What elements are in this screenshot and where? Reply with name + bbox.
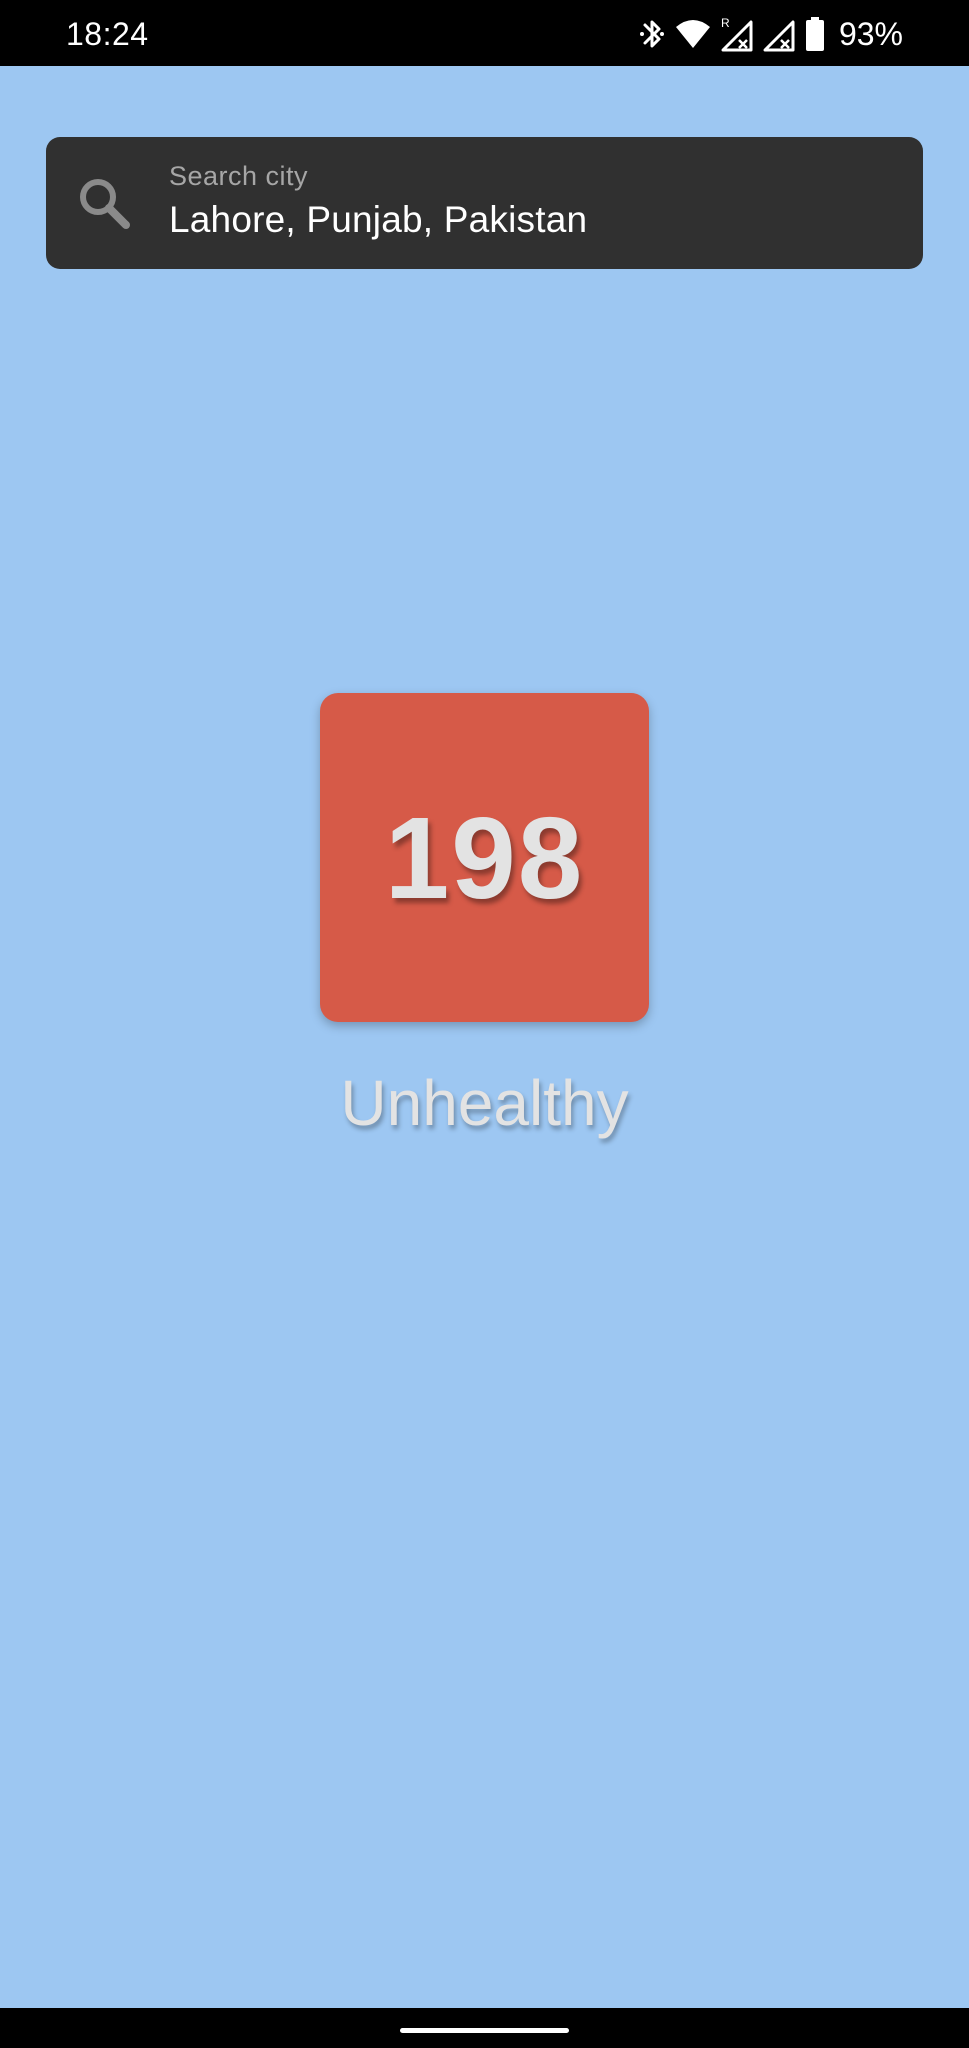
search-icon[interactable] — [74, 173, 134, 233]
signal-roaming-icon: R — [721, 16, 753, 52]
battery-icon — [805, 16, 825, 52]
search-city-input[interactable]: Lahore, Punjab, Pakistan — [169, 199, 587, 241]
search-city-label: Search city — [169, 161, 309, 191]
navigation-bar — [0, 2008, 969, 2048]
battery-percent: 93% — [838, 15, 903, 52]
status-time: 18:24 — [66, 16, 149, 52]
aqi-tile: 198 — [320, 693, 649, 1022]
aqi-value: 198 — [384, 792, 585, 923]
home-handle[interactable] — [400, 2028, 569, 2033]
status-icons: R 93% — [639, 12, 903, 56]
roaming-marker: R — [721, 16, 730, 30]
bluetooth-icon — [639, 16, 665, 52]
signal-icon — [763, 16, 795, 52]
status-bar: 18:24 R 93% — [0, 0, 969, 66]
search-bar[interactable]: Search city Lahore, Punjab, Pakistan — [46, 137, 923, 269]
wifi-icon — [675, 19, 711, 49]
aqi-category-label: Unhealthy — [340, 1067, 629, 1139]
